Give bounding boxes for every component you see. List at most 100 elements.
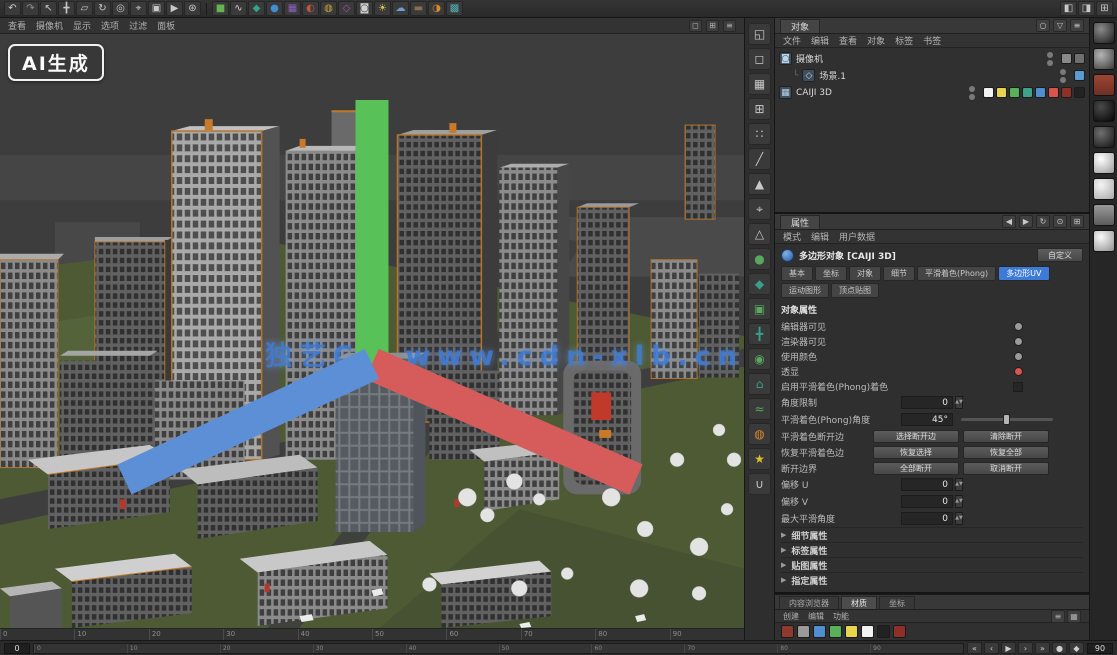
action-button[interactable]: 恢复选择 — [873, 446, 959, 459]
range-end-field[interactable]: 90 — [1087, 643, 1113, 654]
material-chip[interactable] — [861, 625, 874, 638]
viewport-ruler[interactable]: 0102030405060708090 — [0, 628, 744, 640]
attribute-nav-icon[interactable]: ↻ — [1036, 215, 1050, 228]
attribute-nav-icon[interactable]: ⊞ — [1070, 215, 1084, 228]
toolbar-icon[interactable]: ⌖ — [130, 1, 147, 16]
attribute-menu-item[interactable]: 模式 — [783, 230, 801, 243]
object-manager-menu-item[interactable]: 对象 — [867, 34, 885, 47]
object-manager-menu-item[interactable]: 查看 — [839, 34, 857, 47]
viewport-menu-item[interactable]: 显示 — [73, 19, 91, 32]
attribute-menu-item[interactable]: 编辑 — [811, 230, 829, 243]
action-button[interactable]: 清除断开 — [963, 430, 1049, 443]
material-chip[interactable] — [845, 625, 858, 638]
visibility-dots[interactable] — [969, 86, 975, 100]
action-button[interactable]: 选择断开边 — [873, 430, 959, 443]
visibility-dots[interactable] — [1060, 69, 1066, 83]
viewport-menu-item[interactable]: 过滤 — [129, 19, 147, 32]
toolbar-icon[interactable]: ▣ — [148, 1, 165, 16]
transport-icon[interactable]: ● — [1052, 642, 1067, 654]
material-menu-item[interactable]: 编辑 — [808, 611, 824, 622]
transport-icon[interactable]: › — [1018, 642, 1033, 654]
timeline-powerslider[interactable]: 0102030405060708090 — [33, 643, 964, 654]
transport-icon[interactable]: » — [1035, 642, 1050, 654]
phong-checkbox[interactable] — [1013, 382, 1023, 392]
object-row[interactable]: ◙ 摄像机 — [775, 50, 1089, 67]
toolbar-icon[interactable]: ▱ — [76, 1, 93, 16]
modes-strip-icon[interactable]: ● — [748, 248, 771, 270]
add-object-icon[interactable]: ∿ — [230, 1, 247, 16]
modes-strip-icon[interactable]: ∪ — [748, 473, 771, 495]
transport-icon[interactable]: « — [967, 642, 982, 654]
attribute-tab[interactable]: 顶点贴图 — [831, 283, 879, 298]
add-object-icon[interactable]: ◍ — [320, 1, 337, 16]
material-thumbnail[interactable] — [1093, 204, 1115, 226]
add-object-icon[interactable]: ◙ — [356, 1, 373, 16]
layout-icon[interactable]: ◧ — [1060, 1, 1077, 16]
numeric-field[interactable]: 0 — [901, 495, 953, 508]
angle-limit-field[interactable]: 0 — [901, 396, 953, 409]
attribute-tab[interactable]: 细节 — [883, 266, 915, 281]
add-object-icon[interactable]: ◑ — [428, 1, 445, 16]
tab-attributes[interactable]: 属性 — [780, 215, 820, 229]
modes-strip-icon[interactable]: ◍ — [748, 423, 771, 445]
material-thumbnail[interactable] — [1093, 100, 1115, 122]
numeric-field[interactable]: 0 — [901, 478, 953, 491]
collapsed-section-header[interactable]: 标签属性 — [781, 542, 1083, 557]
material-thumbnail[interactable] — [1093, 178, 1115, 200]
material-thumbnail[interactable] — [1093, 152, 1115, 174]
bottom-tab[interactable]: 材质 — [841, 596, 877, 609]
transport-icon[interactable]: ‹ — [984, 642, 999, 654]
modes-strip-icon[interactable]: ⌖ — [748, 198, 771, 220]
material-thumbnail[interactable] — [1093, 126, 1115, 148]
object-tag[interactable] — [1061, 53, 1072, 64]
action-button[interactable]: 恢复全部 — [963, 446, 1049, 459]
material-tag[interactable] — [983, 87, 994, 98]
add-object-icon[interactable]: ☁ — [392, 1, 409, 16]
layout-icon[interactable]: ⊞ — [1096, 1, 1113, 16]
viewport-menu-item[interactable]: 选项 — [101, 19, 119, 32]
bottom-tab[interactable]: 坐标 — [879, 596, 915, 609]
toggle-dot[interactable] — [1014, 337, 1023, 346]
view-toggle-icon[interactable]: ≡ — [723, 20, 736, 32]
modes-strip-icon[interactable]: ⌂ — [748, 373, 771, 395]
add-object-icon[interactable]: ◇ — [338, 1, 355, 16]
material-tag[interactable] — [1035, 87, 1046, 98]
slider-knob[interactable] — [1003, 414, 1010, 425]
modes-strip-icon[interactable]: ▦ — [748, 73, 771, 95]
modes-strip-icon[interactable]: ≈ — [748, 398, 771, 420]
object-manager-menu-item[interactable]: 书签 — [923, 34, 941, 47]
phong-angle-slider[interactable] — [961, 418, 1053, 421]
attribute-tab[interactable]: 坐标 — [815, 266, 847, 281]
material-menu-item[interactable]: 创建 — [783, 611, 799, 622]
material-tag[interactable] — [1022, 87, 1033, 98]
stepper-arrows[interactable]: ▲▼ — [955, 478, 963, 491]
toolbar-icon[interactable]: ▶ — [166, 1, 183, 16]
modes-strip-icon[interactable]: ▲ — [748, 173, 771, 195]
object-manager-menu-item[interactable]: 编辑 — [811, 34, 829, 47]
modes-strip-icon[interactable]: ⊞ — [748, 98, 771, 120]
modes-strip-icon[interactable]: ▣ — [748, 298, 771, 320]
attribute-tab[interactable]: 对象 — [849, 266, 881, 281]
attribute-tab[interactable]: 平滑着色(Phong) — [917, 266, 996, 281]
material-thumbnail[interactable] — [1093, 230, 1115, 252]
material-chip[interactable] — [829, 625, 842, 638]
material-tag[interactable] — [1074, 87, 1085, 98]
stepper-arrows[interactable]: ▲▼ — [955, 495, 963, 508]
attribute-nav-icon[interactable]: ◀ — [1002, 215, 1016, 228]
add-object-icon[interactable]: ▦ — [284, 1, 301, 16]
material-chip[interactable] — [781, 625, 794, 638]
material-tag[interactable] — [1061, 87, 1072, 98]
material-thumbnail[interactable] — [1093, 22, 1115, 44]
object-manager-header-icon[interactable]: ○ — [1036, 19, 1050, 32]
toolbar-icon[interactable]: ↷ — [22, 1, 39, 16]
stepper-arrows[interactable]: ▲▼ — [955, 512, 963, 525]
add-object-icon[interactable]: ◆ — [248, 1, 265, 16]
material-chip[interactable] — [877, 625, 890, 638]
attribute-tab[interactable]: 多边形UV — [998, 266, 1049, 281]
material-thumbnail[interactable] — [1093, 74, 1115, 96]
attribute-nav-icon[interactable]: ▶ — [1019, 215, 1033, 228]
object-manager-menu-item[interactable]: 标签 — [895, 34, 913, 47]
modes-strip-icon[interactable]: △ — [748, 223, 771, 245]
attribute-nav-icon[interactable]: ⊙ — [1053, 215, 1067, 228]
numeric-field[interactable]: 0 — [901, 512, 953, 525]
